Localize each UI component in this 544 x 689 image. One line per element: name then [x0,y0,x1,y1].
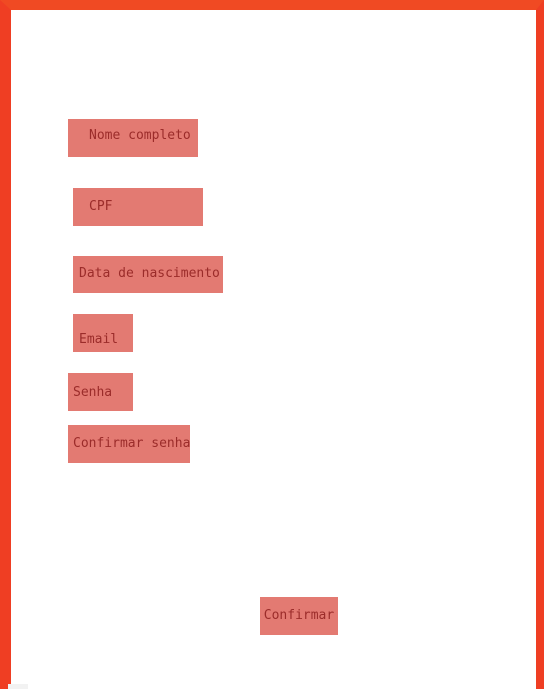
confirm-button[interactable]: Confirmar [260,597,338,635]
cpf-field[interactable]: CPF [73,188,203,226]
corner-artifact [8,684,28,689]
birth-date-field[interactable]: Data de nascimento [73,256,223,293]
birth-date-label: Data de nascimento [79,266,220,281]
full-name-field[interactable]: Nome completo [68,119,198,157]
email-field[interactable]: Email [73,314,133,352]
email-label: Email [79,332,119,347]
cpf-label: CPF [89,199,113,214]
full-name-label: Nome completo [89,128,191,143]
confirm-password-label: Confirmar senha [73,436,191,451]
confirm-password-field[interactable]: Confirmar senha [68,425,190,463]
password-label: Senha [73,385,113,400]
password-field[interactable]: Senha [68,373,133,411]
